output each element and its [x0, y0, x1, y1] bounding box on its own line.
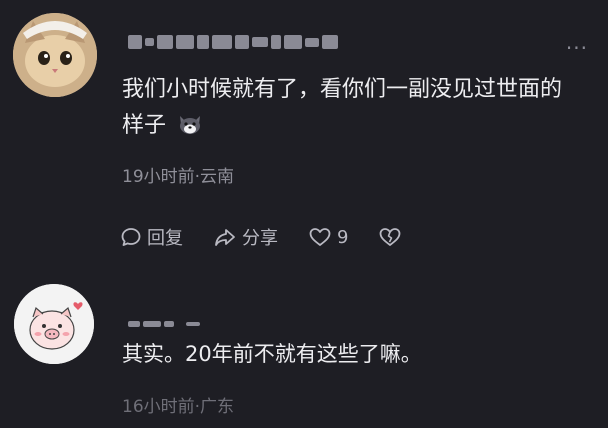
- like-count: 9: [337, 226, 349, 248]
- share-arrow-icon: [215, 229, 235, 246]
- more-icon[interactable]: ···: [566, 38, 588, 58]
- husky-emoji-icon: [180, 116, 201, 134]
- comment-text: 我们小时候就有了，看你们一副没见过世面的样子: [122, 77, 563, 138]
- comment-actions: 回复 分享 9: [120, 224, 432, 250]
- heart-icon: [309, 228, 331, 246]
- comment-time: 19小时前: [122, 167, 195, 187]
- chat-bubble-icon: [121, 228, 141, 246]
- comment-meta: 19小时前·云南: [122, 167, 235, 187]
- comment-meta: 16小时前·广东: [122, 397, 235, 417]
- share-label: 分享: [242, 228, 278, 249]
- avatar[interactable]: [13, 13, 97, 97]
- comment-2: 其实。20年前不就有这些了嘛。 16小时前·广东: [0, 270, 608, 428]
- like-button[interactable]: 9: [308, 226, 348, 248]
- comment-time: 16小时前: [122, 397, 195, 417]
- reply-button[interactable]: 回复: [120, 224, 183, 250]
- comment-location: 云南: [200, 167, 235, 187]
- comment-location: 广东: [200, 397, 235, 417]
- username-blurred[interactable]: [128, 32, 338, 52]
- comment-1: ··· 我们小时候就有了，看你们一副没见过世面的样子 19小时前·云南 回复 分…: [0, 0, 608, 270]
- dislike-button[interactable]: [378, 226, 402, 248]
- share-button[interactable]: 分享: [213, 224, 278, 250]
- reply-label: 回复: [147, 228, 183, 249]
- avatar[interactable]: [14, 284, 94, 364]
- broken-heart-icon: [380, 228, 401, 246]
- comment-text: 其实。20年前不就有这些了嘛。: [122, 342, 422, 366]
- username-blurred[interactable]: [128, 314, 200, 334]
